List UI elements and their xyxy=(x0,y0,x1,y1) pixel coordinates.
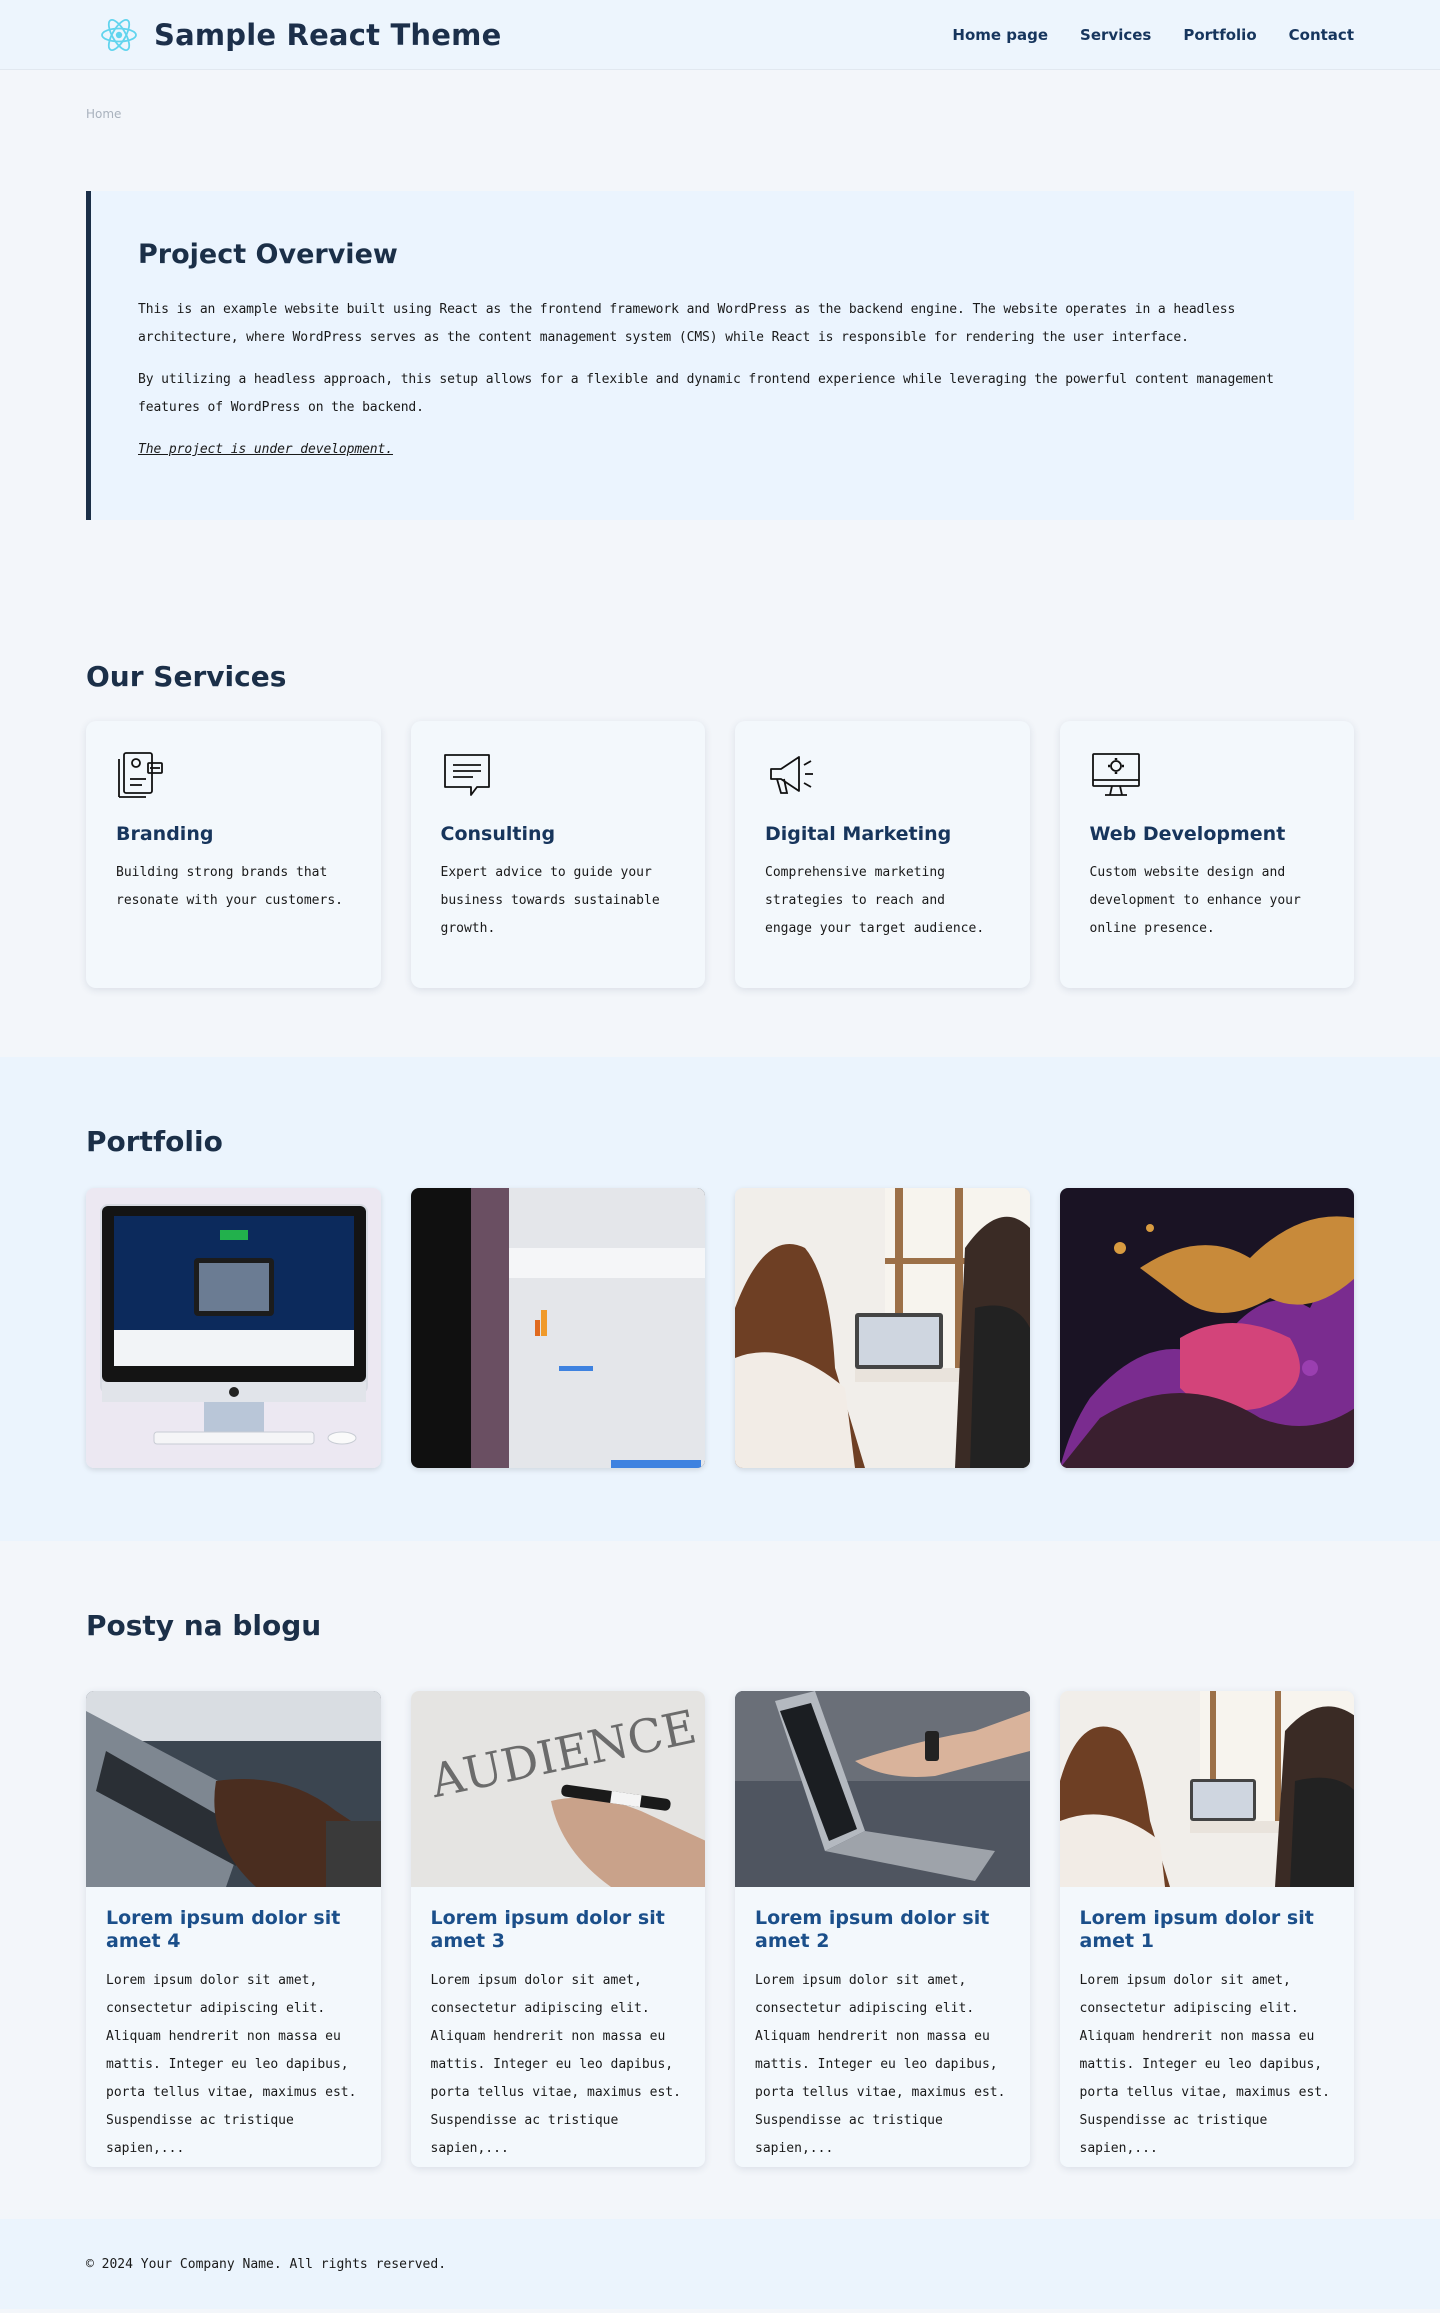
overview-note: The project is under development. xyxy=(138,442,393,457)
post-excerpt: Lorem ipsum dolor sit amet, consectetur … xyxy=(1079,1973,1330,2156)
overview-paragraph-2: By utilizing a headless approach, this s… xyxy=(138,372,1274,415)
blog-posts-grid: Lorem ipsum dolor sit amet 4 Lorem ipsum… xyxy=(86,1691,1354,2167)
blog-post-card[interactable]: Lorem ipsum dolor sit amet 1 Lorem ipsum… xyxy=(1059,1691,1354,2167)
imac-image xyxy=(86,1188,381,1468)
brand-title: Sample React Theme xyxy=(154,18,502,52)
post-excerpt: Lorem ipsum dolor sit amet, consectetur … xyxy=(755,1973,1006,2156)
nav-portfolio[interactable]: Portfolio xyxy=(1183,26,1256,44)
blog-title: Posty na blogu xyxy=(86,1609,322,1642)
megaphone-icon xyxy=(770,756,813,794)
portfolio-title: Portfolio xyxy=(86,1125,223,1158)
project-overview: Project Overview This is an example webs… xyxy=(86,191,1354,520)
nav-contact[interactable]: Contact xyxy=(1289,26,1354,44)
blog-post-card[interactable]: AUDIENCE Lorem ipsum dolor sit amet 3 Lo… xyxy=(410,1691,705,2167)
abstract-paint-image xyxy=(1059,1188,1354,1468)
service-title: Web Development xyxy=(1089,823,1286,845)
service-text: Expert advice to guide your business tow… xyxy=(440,865,660,936)
portfolio-item-imac[interactable] xyxy=(86,1188,381,1468)
main-content: Home Project Overview This is an example… xyxy=(0,107,1440,2167)
main-nav: Home page Services Portfolio Contact xyxy=(952,26,1354,44)
portfolio-item-abstract[interactable] xyxy=(1059,1188,1354,1468)
service-text: Comprehensive marketing strategies to re… xyxy=(765,865,985,936)
monitor-gear-icon xyxy=(1091,753,1140,796)
portfolio-grid xyxy=(86,1188,1354,1468)
post-thumbnail xyxy=(735,1691,1030,1887)
laptop-meeting-image xyxy=(1059,1691,1354,1887)
pointing-laptop-image xyxy=(735,1691,1030,1887)
audience-whiteboard-image: AUDIENCE xyxy=(410,1691,705,1887)
services-title: Our Services xyxy=(86,660,287,693)
service-text: Building strong brands that resonate wit… xyxy=(116,865,343,908)
blog-post-card[interactable]: Lorem ipsum dolor sit amet 4 Lorem ipsum… xyxy=(86,1691,381,2167)
service-title: Digital Marketing xyxy=(765,823,952,845)
overview-paragraph-1: This is an example website built using R… xyxy=(138,302,1236,345)
site-footer: © 2024 Your Company Name. All rights res… xyxy=(0,2219,1440,2309)
post-thumbnail: AUDIENCE xyxy=(410,1691,705,1887)
services-grid: Branding Building strong brands that res… xyxy=(86,721,1354,988)
post-title[interactable]: Lorem ipsum dolor sit amet 4 xyxy=(106,1907,361,1953)
service-card-digital-marketing: Digital Marketing Comprehensive marketin… xyxy=(735,721,1030,988)
post-excerpt: Lorem ipsum dolor sit amet, consectetur … xyxy=(106,1973,357,2156)
portfolio-section: Portfolio xyxy=(0,1057,1440,1541)
service-text: Custom website design and development to… xyxy=(1089,865,1301,936)
post-title[interactable]: Lorem ipsum dolor sit amet 2 xyxy=(755,1907,1010,1953)
site-header: Sample React Theme Home page Services Po… xyxy=(0,0,1440,70)
service-title: Branding xyxy=(116,823,214,845)
service-card-web-development: Web Development Custom website design an… xyxy=(1059,721,1354,988)
post-thumbnail xyxy=(86,1691,381,1887)
post-title[interactable]: Lorem ipsum dolor sit amet 3 xyxy=(431,1907,686,1953)
post-title[interactable]: Lorem ipsum dolor sit amet 1 xyxy=(1080,1907,1335,1953)
typing-laptop-image xyxy=(86,1691,381,1887)
brand[interactable]: Sample React Theme xyxy=(98,14,501,56)
nav-home[interactable]: Home page xyxy=(952,26,1048,44)
footer-copyright: © 2024 Your Company Name. All rights res… xyxy=(86,2257,447,2272)
branding-icon xyxy=(118,752,163,798)
nav-services[interactable]: Services xyxy=(1080,26,1151,44)
service-card-consulting: Consulting Expert advice to guide your b… xyxy=(410,721,705,988)
service-title: Consulting xyxy=(440,823,556,845)
post-excerpt: Lorem ipsum dolor sit amet, consectetur … xyxy=(430,1973,681,2156)
meeting-image xyxy=(735,1188,1030,1468)
portfolio-item-laptop-meeting[interactable] xyxy=(735,1188,1030,1468)
overview-title: Project Overview xyxy=(138,239,398,270)
analytics-image xyxy=(410,1188,705,1468)
portfolio-item-analytics[interactable] xyxy=(410,1188,705,1468)
post-thumbnail xyxy=(1059,1691,1354,1887)
breadcrumb[interactable]: Home xyxy=(86,107,1354,121)
blog-post-card[interactable]: Lorem ipsum dolor sit amet 2 Lorem ipsum… xyxy=(735,1691,1030,2167)
service-card-branding: Branding Building strong brands that res… xyxy=(86,721,381,988)
chat-bubble-icon xyxy=(443,754,490,796)
react-atom-icon xyxy=(101,19,137,51)
